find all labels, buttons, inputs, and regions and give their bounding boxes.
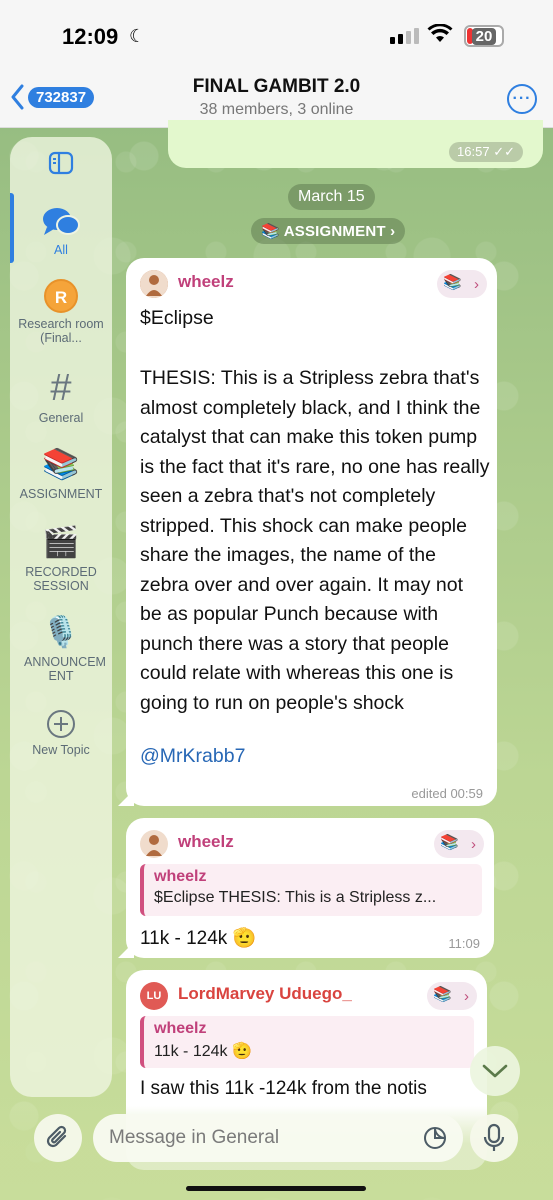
topic-avatar: R xyxy=(44,279,78,313)
reply-sender: wheelz xyxy=(154,868,207,885)
sidebar-item-recorded-session[interactable]: 🎬 RECORDED SESSION xyxy=(10,525,112,593)
sender-name[interactable]: wheelz xyxy=(178,272,234,292)
avatar: LU xyxy=(140,982,168,1010)
sidebar-item-general[interactable]: # General xyxy=(10,369,112,425)
sidebar-toggle-icon[interactable] xyxy=(48,151,74,180)
date-separator: March 15 xyxy=(288,184,375,210)
salute-emoji: 🫡 xyxy=(232,928,257,949)
topics-sidebar: All R Research room (Final... # General … xyxy=(10,137,112,1097)
paperclip-icon xyxy=(46,1125,67,1148)
sidebar-item-label: General xyxy=(38,411,84,425)
sidebar-item-label: RECORDED SESSION xyxy=(25,565,97,593)
topic-tag-button[interactable]: 📚 › xyxy=(427,982,477,1010)
chevron-down-icon xyxy=(482,1064,508,1078)
message-bubble[interactable]: wheelz 📚 › $Eclipse THESIS: This is a Str… xyxy=(118,258,497,806)
message-text: THESIS: This is a Stripless zebra that's… xyxy=(140,367,490,714)
more-options-button[interactable]: ··· xyxy=(507,84,537,114)
message-bubble[interactable]: wheelz 📚 › wheelz $Eclipse THESIS: This i… xyxy=(118,818,494,958)
books-icon: 📚 xyxy=(433,986,452,1003)
reply-text: $Eclipse THESIS: This is a Stripless z..… xyxy=(154,889,437,906)
sender-name[interactable]: LordMarvey Uduego_ xyxy=(178,984,352,1004)
sidebar-item-assignment[interactable]: 📚 ASSIGNMENT xyxy=(10,447,112,501)
bubble-tail xyxy=(118,790,134,806)
books-icon: 📚 xyxy=(443,274,462,291)
message-time: 16:57 ✓✓ xyxy=(449,142,523,162)
microphone-icon xyxy=(483,1123,505,1151)
reply-quote[interactable]: wheelz 11k - 124k 🫡 xyxy=(140,1016,474,1068)
sticker-icon[interactable] xyxy=(423,1126,447,1150)
home-indicator[interactable] xyxy=(186,1186,366,1191)
avatar xyxy=(140,270,168,298)
reply-sender: wheelz xyxy=(154,1020,207,1037)
message-text: I saw this 11k -124k from the notis xyxy=(140,1078,427,1099)
voice-record-button[interactable] xyxy=(470,1114,518,1162)
topic-chip[interactable]: 📚 ASSIGNMENT › xyxy=(251,218,406,244)
attach-button[interactable] xyxy=(34,1114,82,1162)
sidebar-item-label: ASSIGNMENT xyxy=(19,487,103,501)
chat-title[interactable]: FINAL GAMBIT 2.0 xyxy=(0,76,553,98)
status-bar: 12:09 ☾ 20 xyxy=(0,0,553,70)
cellular-signal-icon xyxy=(390,28,419,44)
chat-bubbles-icon xyxy=(43,208,80,235)
topic-tag-button[interactable]: 📚 › xyxy=(437,270,487,298)
own-message-bubble[interactable]: 16:57 ✓✓ xyxy=(168,120,543,168)
avatar xyxy=(140,830,168,858)
topic-tag-button[interactable]: 📚 › xyxy=(434,830,484,858)
books-icon: 📚 xyxy=(440,834,459,851)
sender-name[interactable]: wheelz xyxy=(178,832,234,852)
focus-moon-icon: ☾ xyxy=(129,26,146,46)
scroll-to-bottom-button[interactable] xyxy=(470,1046,520,1096)
message-text: 11k - 124k 🫡 xyxy=(140,928,257,949)
battery-level: 20 xyxy=(471,27,497,45)
message-input-container[interactable] xyxy=(93,1114,463,1162)
message-ticker: $Eclipse xyxy=(140,307,214,329)
sidebar-item-label: New Topic xyxy=(32,743,90,757)
reply-quote[interactable]: wheelz $Eclipse THESIS: This is a Stripl… xyxy=(140,864,482,916)
battery-icon: 20 xyxy=(464,25,504,47)
sidebar-item-label: All xyxy=(54,243,68,257)
plus-circle-icon xyxy=(47,710,75,738)
microphone-icon: 🎙️ xyxy=(42,616,80,649)
clapperboard-icon: 🎬 xyxy=(42,526,80,559)
sidebar-item-research-room[interactable]: R Research room (Final... xyxy=(10,279,112,345)
books-icon: 📚 xyxy=(42,448,80,481)
bubble-tail xyxy=(118,942,134,958)
sidebar-item-new-topic[interactable]: New Topic xyxy=(10,709,112,757)
reply-text: 11k - 124k 🫡 xyxy=(154,1043,252,1060)
message-input[interactable] xyxy=(109,1127,409,1149)
wifi-icon xyxy=(427,23,453,49)
mention-link[interactable]: @MrKrabb7 xyxy=(140,742,245,772)
message-meta: edited 00:59 xyxy=(411,786,483,801)
sidebar-item-all[interactable]: All xyxy=(10,205,112,257)
message-meta: 11:09 xyxy=(448,936,480,951)
sidebar-item-label: Research room (Final... xyxy=(18,317,104,345)
sidebar-item-announcement[interactable]: 🎙️ ANNOUNCEM ENT xyxy=(10,615,112,683)
hashtag-icon: # xyxy=(50,367,72,409)
chat-subtitle: 38 members, 3 online xyxy=(199,101,354,118)
clock: 12:09 xyxy=(62,24,119,49)
sidebar-item-label: ANNOUNCEM ENT xyxy=(24,655,106,683)
